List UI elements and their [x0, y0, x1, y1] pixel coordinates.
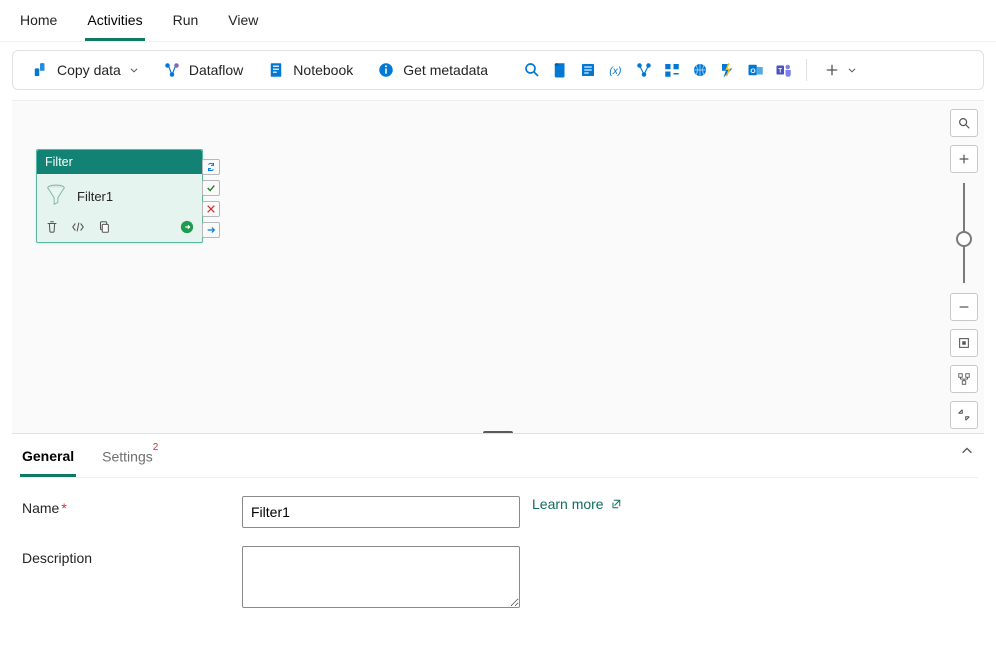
copy-data-icon	[31, 61, 49, 79]
code-icon[interactable]	[71, 220, 85, 234]
external-link-icon	[610, 498, 622, 510]
delete-icon[interactable]	[45, 220, 59, 234]
general-form: Name* Learn more Description	[18, 478, 978, 646]
notebook-icon	[267, 61, 285, 79]
plus-icon	[825, 63, 839, 77]
ribbon-set-variable[interactable]: (x)	[606, 60, 626, 80]
ribbon-copy-data-label: Copy data	[57, 62, 121, 78]
zoom-slider-handle[interactable]	[956, 231, 972, 247]
panel-collapse-button[interactable]	[960, 444, 974, 461]
connector-success[interactable]	[202, 180, 220, 196]
form-row-name: Name* Learn more	[22, 496, 974, 528]
chevron-up-icon	[960, 444, 974, 458]
activity-node-body: Filter1	[37, 174, 202, 214]
ribbon-separator	[806, 59, 807, 81]
info-icon	[377, 61, 395, 79]
branch-icon	[635, 61, 653, 79]
x-icon	[206, 204, 216, 214]
description-input[interactable]	[242, 546, 520, 608]
refresh-icon	[206, 162, 216, 172]
activity-node-header: Filter	[37, 150, 202, 174]
svg-text:O: O	[750, 68, 755, 75]
connector-activity[interactable]	[202, 159, 220, 175]
ribbon-azure-function[interactable]	[718, 60, 738, 80]
collapse-icon	[957, 408, 971, 422]
learn-more-label: Learn more	[532, 496, 604, 512]
search-icon	[957, 116, 971, 130]
tab-run[interactable]: Run	[171, 6, 201, 41]
panel-tab-settings-label: Settings	[102, 449, 153, 465]
teams-icon: T	[775, 61, 793, 79]
chevron-down-icon	[847, 65, 857, 75]
script-icon	[551, 61, 569, 79]
name-label: Name*	[22, 496, 242, 516]
panel-tab-settings[interactable]: Settings2	[100, 444, 160, 477]
ribbon: Copy data Dataflow Notebook Get metadata…	[12, 50, 984, 90]
ribbon-copy-data[interactable]: Copy data	[23, 57, 147, 83]
panel-tab-settings-badge: 2	[153, 442, 159, 453]
zoom-slider[interactable]	[963, 183, 965, 283]
tab-view[interactable]: View	[226, 6, 260, 41]
ribbon-dataflow[interactable]: Dataflow	[155, 57, 251, 83]
activity-node-label: Filter1	[77, 189, 113, 204]
canvas-search-button[interactable]	[950, 109, 978, 137]
panel-tab-general[interactable]: General	[20, 444, 76, 477]
tab-activities[interactable]: Activities	[85, 6, 144, 41]
auto-align-button[interactable]	[950, 365, 978, 393]
ribbon-notebook-label: Notebook	[293, 62, 353, 78]
svg-text:T: T	[778, 68, 782, 74]
variable-icon: (x)	[607, 61, 625, 79]
name-input[interactable]	[242, 496, 520, 528]
panel-tabs: General Settings2	[18, 434, 978, 478]
ribbon-stored-procedure[interactable]	[578, 60, 598, 80]
page-tabs: Home Activities Run View	[0, 0, 996, 42]
chevron-down-icon	[129, 65, 139, 75]
search-icon	[523, 61, 541, 79]
dataflow-icon	[163, 61, 181, 79]
connector-failure[interactable]	[202, 201, 220, 217]
ribbon-script[interactable]	[550, 60, 570, 80]
activity-node-footer	[37, 214, 202, 242]
ribbon-switch[interactable]	[662, 60, 682, 80]
ribbon-lookup[interactable]	[522, 60, 542, 80]
ribbon-teams[interactable]: T	[774, 60, 794, 80]
activity-node-connectors	[202, 159, 220, 238]
pipeline-canvas[interactable]: Filter Filter1	[12, 100, 984, 433]
plus-icon	[957, 152, 971, 166]
properties-panel: General Settings2 Name* Learn more Descr…	[12, 433, 984, 646]
ribbon-outlook[interactable]: O	[746, 60, 766, 80]
form-row-description: Description	[22, 546, 974, 608]
outlook-icon: O	[747, 61, 765, 79]
auto-align-icon	[957, 372, 971, 386]
canvas-tools	[950, 109, 978, 429]
ribbon-get-metadata-label: Get metadata	[403, 62, 488, 78]
description-label: Description	[22, 546, 242, 566]
svg-text:(x): (x)	[609, 65, 621, 77]
ribbon-notebook[interactable]: Notebook	[259, 57, 361, 83]
learn-more-link[interactable]: Learn more	[532, 496, 622, 512]
ribbon-web[interactable]	[690, 60, 710, 80]
run-icon[interactable]	[180, 220, 194, 234]
ribbon-if-condition[interactable]	[634, 60, 654, 80]
activity-node-filter[interactable]: Filter Filter1	[36, 149, 203, 243]
ribbon-get-metadata[interactable]: Get metadata	[369, 57, 496, 83]
collapse-canvas-button[interactable]	[950, 401, 978, 429]
check-icon	[206, 183, 216, 193]
fit-icon	[957, 336, 971, 350]
filter-icon	[45, 184, 67, 208]
ribbon-add-activity[interactable]	[819, 59, 863, 81]
switch-icon	[663, 61, 681, 79]
zoom-fit-button[interactable]	[950, 329, 978, 357]
ribbon-dataflow-label: Dataflow	[189, 62, 243, 78]
zoom-in-button[interactable]	[950, 145, 978, 173]
copy-icon[interactable]	[97, 220, 111, 234]
arrow-right-icon	[206, 225, 216, 235]
tab-home[interactable]: Home	[18, 6, 59, 41]
zoom-out-button[interactable]	[950, 293, 978, 321]
minus-icon	[957, 300, 971, 314]
globe-icon	[691, 61, 709, 79]
connector-completion[interactable]	[202, 222, 220, 238]
document-lines-icon	[579, 61, 597, 79]
lightning-icon	[719, 61, 737, 79]
